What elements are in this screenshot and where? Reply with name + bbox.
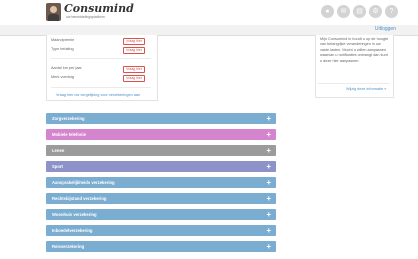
ask-here-badge[interactable]: Vraag hier bbox=[123, 38, 146, 45]
plus-icon[interactable]: + bbox=[266, 161, 271, 172]
accordion-loans[interactable]: Lenen + bbox=[46, 145, 276, 156]
settings-icon[interactable]: ⚙ bbox=[369, 5, 382, 18]
plus-icon[interactable]: + bbox=[266, 129, 271, 140]
accordion-label: Reisverzekering bbox=[52, 244, 85, 249]
edit-info-link[interactable]: Wijzig deze informatie » bbox=[346, 87, 386, 91]
request-comparison-link[interactable]: Vraag hier uw vergelijking voor verzeker… bbox=[56, 93, 140, 97]
brand-logo[interactable]: Consumind bbox=[64, 2, 134, 15]
plus-icon[interactable]: + bbox=[266, 241, 271, 252]
field-label-vehicle-brand: Merk voertuig bbox=[51, 75, 75, 79]
divider bbox=[51, 87, 151, 88]
help-icon[interactable]: ? bbox=[385, 5, 398, 18]
avatar-shirt bbox=[48, 14, 59, 21]
divider bbox=[318, 83, 390, 84]
accordion-label: Rechtsbijstand verzekering bbox=[52, 196, 107, 201]
accordion-health-insurance[interactable]: Zorgverzekering + bbox=[46, 113, 276, 124]
field-label-payment-type: Type betaling bbox=[51, 47, 74, 51]
brand-tagline: uw bemiddelingsplatform bbox=[66, 15, 105, 19]
avatar-face bbox=[50, 6, 57, 13]
accordion-label: Mobiele telefonie bbox=[52, 132, 86, 137]
accordion-label: Zorgverzekering bbox=[52, 116, 85, 121]
plus-icon[interactable]: + bbox=[266, 225, 271, 236]
plus-icon[interactable]: + bbox=[266, 209, 271, 220]
divider bbox=[51, 58, 151, 59]
accordion-legal-insurance[interactable]: Rechtsbijstand verzekering + bbox=[46, 193, 276, 204]
accordion-contents-insurance[interactable]: Inboedelverzekering + bbox=[46, 225, 276, 236]
accordion-liability-insurance[interactable]: Aansprakelijkheids verzekering + bbox=[46, 177, 276, 188]
field-label-km-per-year: Aantal km per jaar bbox=[51, 66, 82, 70]
message-icon[interactable]: ✉ bbox=[337, 5, 350, 18]
document-icon[interactable]: ▤ bbox=[353, 5, 366, 18]
user-icon[interactable]: ● bbox=[321, 5, 334, 18]
info-text: Mijn Consumind in houdt u op de hoogte v… bbox=[320, 37, 389, 63]
plus-icon[interactable]: + bbox=[266, 193, 271, 204]
ask-here-badge[interactable]: Vraag hier bbox=[123, 66, 146, 73]
accordion-label: Lenen bbox=[52, 148, 65, 153]
accordion-label: Inboedelverzekering bbox=[52, 228, 93, 233]
top-header: Consumind uw bemiddelingsplatform ● ✉ ▤ … bbox=[0, 0, 418, 25]
logout-link[interactable]: Uitloggen bbox=[375, 26, 396, 32]
ask-here-badge[interactable]: Vraag hier bbox=[123, 75, 146, 82]
accordion-label: Aansprakelijkheids verzekering bbox=[52, 180, 115, 185]
accordion-sport[interactable]: Sport + bbox=[46, 161, 276, 172]
logo-avatar bbox=[46, 3, 61, 21]
accordion-label: Woonhuis verzekering bbox=[52, 212, 97, 217]
ask-here-badge[interactable]: Vraag hier bbox=[123, 47, 146, 54]
accordion-mobile-phone[interactable]: Mobiele telefonie + bbox=[46, 129, 276, 140]
plus-icon[interactable]: + bbox=[266, 145, 271, 156]
accordion-home-insurance[interactable]: Woonhuis verzekering + bbox=[46, 209, 276, 220]
accordion-travel-insurance[interactable]: Reisverzekering + bbox=[46, 241, 276, 252]
accordion-label: Sport bbox=[52, 164, 63, 169]
field-label-monthly-premium: Maandpremie bbox=[51, 38, 75, 42]
insurance-details-panel: Maandpremie Vraag hier Type betaling Vra… bbox=[46, 35, 158, 101]
plus-icon[interactable]: + bbox=[266, 113, 271, 124]
info-panel: Mijn Consumind in houdt u op de hoogte v… bbox=[315, 35, 394, 98]
plus-icon[interactable]: + bbox=[266, 177, 271, 188]
